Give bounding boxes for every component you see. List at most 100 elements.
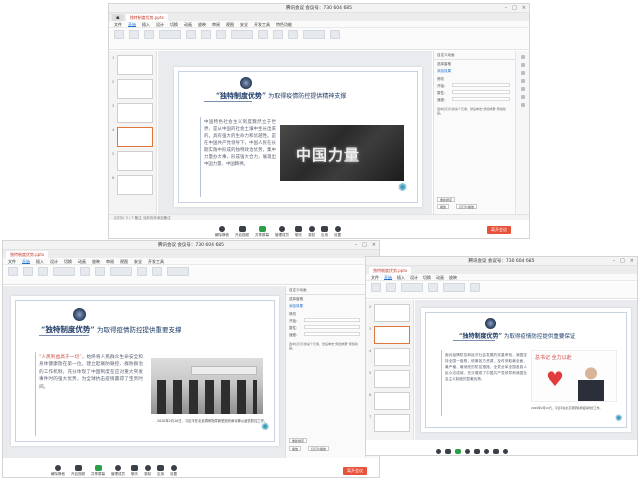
property-select[interactable] — [452, 90, 510, 94]
close-icon[interactable]: × — [630, 257, 634, 266]
document-tab[interactable]: 独特制度优势.pptx — [6, 250, 49, 258]
menu-item[interactable]: 动画 — [78, 258, 86, 264]
speed-select[interactable] — [452, 97, 510, 101]
slide-thumbnail[interactable]: 5 — [369, 370, 410, 388]
selection-pane-link[interactable]: 选择窗格 — [289, 297, 303, 302]
align-group[interactable] — [443, 283, 465, 292]
align-group[interactable] — [110, 267, 132, 276]
rail-tool-icon[interactable] — [521, 87, 525, 91]
menu-item[interactable]: 设计 — [156, 21, 164, 27]
menu-item[interactable]: 安全 — [134, 258, 142, 264]
bold-button[interactable] — [428, 283, 438, 292]
share-screen-button[interactable]: 共享屏幕 — [255, 226, 269, 238]
text-box-button[interactable] — [137, 267, 147, 276]
slide-thumbnail[interactable]: 4 — [369, 348, 410, 366]
slide[interactable]: “独特制度优势” 为取得疫情防控提供精神支撑 中国特色社会主义制度魏然立于世界，… — [174, 67, 422, 207]
menu-item[interactable]: 特色功能 — [276, 21, 292, 27]
new-slide-button[interactable] — [386, 283, 396, 292]
slide-thumbnail[interactable]: 2 — [369, 304, 410, 322]
slide-thumbnail[interactable]: 6 — [369, 392, 410, 410]
rail-tool-icon[interactable] — [521, 63, 525, 67]
paste-button[interactable] — [8, 267, 18, 276]
leave-meeting-button[interactable]: 离开会议 — [487, 226, 511, 234]
unmute-button[interactable]: 解除静音 — [215, 226, 229, 238]
share-screen-button[interactable] — [455, 449, 461, 455]
unmute-button[interactable]: 解除静音 — [51, 465, 65, 477]
menu-item-active[interactable]: 开始 — [384, 274, 392, 280]
menu-item[interactable]: 放映 — [449, 274, 457, 280]
play-button[interactable]: 播放 — [437, 204, 450, 209]
play-button[interactable]: 播放 — [289, 446, 302, 451]
cut-button[interactable] — [23, 267, 33, 276]
record-button[interactable]: 录制 — [144, 465, 151, 477]
minimize-icon[interactable]: – — [355, 241, 358, 250]
chat-button[interactable] — [474, 449, 480, 455]
start-select[interactable] — [452, 83, 510, 87]
menu-item[interactable]: 审阅 — [212, 21, 220, 27]
find-button[interactable] — [330, 30, 340, 39]
rail-tool-icon[interactable] — [521, 79, 525, 83]
members-button[interactable] — [465, 449, 470, 455]
menu-item[interactable]: 视图 — [226, 21, 234, 27]
reorder-button[interactable]: 重新排序 — [437, 197, 456, 202]
menu-item[interactable]: 放映 — [198, 21, 206, 27]
italic-button[interactable] — [201, 30, 211, 39]
slide[interactable]: “独特制度优势” 为取得疫情防控提供重要保证 面对疫情防控和经济社会发展的双重考… — [421, 308, 631, 432]
maximize-icon[interactable]: □ — [362, 241, 367, 250]
settings-button[interactable] — [503, 449, 508, 455]
document-tab[interactable]: 独特制度优势.pptx — [369, 266, 412, 274]
italic-button[interactable] — [95, 267, 105, 276]
menu-item[interactable]: 切换 — [64, 258, 72, 264]
slideshow-button[interactable]: 幻灯片播放 — [456, 204, 478, 209]
add-effect-button[interactable]: 添加效果 — [289, 304, 303, 309]
align-group[interactable] — [231, 30, 253, 39]
menu-item[interactable]: 审阅 — [106, 258, 114, 264]
slide-thumbnail[interactable]: 3 — [112, 103, 153, 123]
close-icon[interactable]: × — [522, 4, 526, 13]
menu-item[interactable]: 插入 — [142, 21, 150, 27]
chat-button[interactable]: 聊天 — [295, 226, 302, 238]
apps-button[interactable]: 应用 — [157, 465, 164, 477]
menu-item-active[interactable]: 开始 — [128, 21, 136, 27]
selection-pane-link[interactable]: 选择窗格 — [437, 62, 451, 67]
slide-thumbnail[interactable]: 6 — [112, 175, 153, 195]
slide-thumbnail-selected[interactable]: 3 — [369, 326, 410, 344]
paste-button[interactable] — [371, 283, 381, 292]
menu-item[interactable]: 开发工具 — [254, 21, 270, 27]
font-select[interactable] — [53, 267, 75, 276]
leave-meeting-button[interactable]: 离开会议 — [343, 467, 367, 475]
rail-tool-icon[interactable] — [521, 103, 525, 107]
menu-item[interactable]: 设计 — [410, 274, 418, 280]
slide-thumbnail[interactable]: 1 — [112, 55, 153, 75]
menu-item[interactable]: 动画 — [436, 274, 444, 280]
menu-item[interactable]: 文件 — [8, 258, 16, 264]
menu-item[interactable]: 文件 — [371, 274, 379, 280]
add-effect-button[interactable]: 添加效果 — [437, 69, 451, 74]
start-select[interactable] — [304, 318, 360, 322]
slideshow-button[interactable]: 幻灯片播放 — [308, 446, 330, 451]
slide-thumbnail[interactable]: 7 — [369, 414, 410, 432]
members-button[interactable]: 管理成员 — [111, 465, 125, 477]
style-group[interactable] — [303, 30, 325, 39]
minimize-icon[interactable]: – — [613, 257, 616, 266]
chat-button[interactable]: 聊天 — [131, 465, 138, 477]
shape-button[interactable] — [273, 30, 283, 39]
menu-item[interactable]: 文件 — [114, 21, 122, 27]
menu-item[interactable]: 设计 — [50, 258, 58, 264]
members-button[interactable]: 管理成员 — [275, 226, 289, 238]
home-tab[interactable]: ☗ — [112, 13, 124, 21]
slide-thumbnail[interactable]: 2 — [112, 79, 153, 99]
maximize-icon[interactable]: □ — [512, 4, 517, 13]
rail-tool-icon[interactable] — [521, 95, 525, 99]
arrange-button[interactable] — [288, 30, 298, 39]
menu-item[interactable]: 动画 — [184, 21, 192, 27]
menu-item[interactable]: 切换 — [423, 274, 431, 280]
property-select[interactable] — [304, 325, 360, 329]
menu-item-active[interactable]: 开始 — [22, 258, 30, 264]
menu-item[interactable]: 开发工具 — [148, 258, 164, 264]
video-button[interactable] — [445, 449, 451, 455]
rail-tool-icon[interactable] — [521, 71, 525, 75]
text-box-button[interactable] — [258, 30, 268, 39]
paste-button[interactable] — [114, 30, 124, 39]
slide[interactable]: “独特制度优势” 为取得疫情防控提供重要支撑 “人民利益高于一切”，始终将人民群… — [11, 296, 279, 446]
